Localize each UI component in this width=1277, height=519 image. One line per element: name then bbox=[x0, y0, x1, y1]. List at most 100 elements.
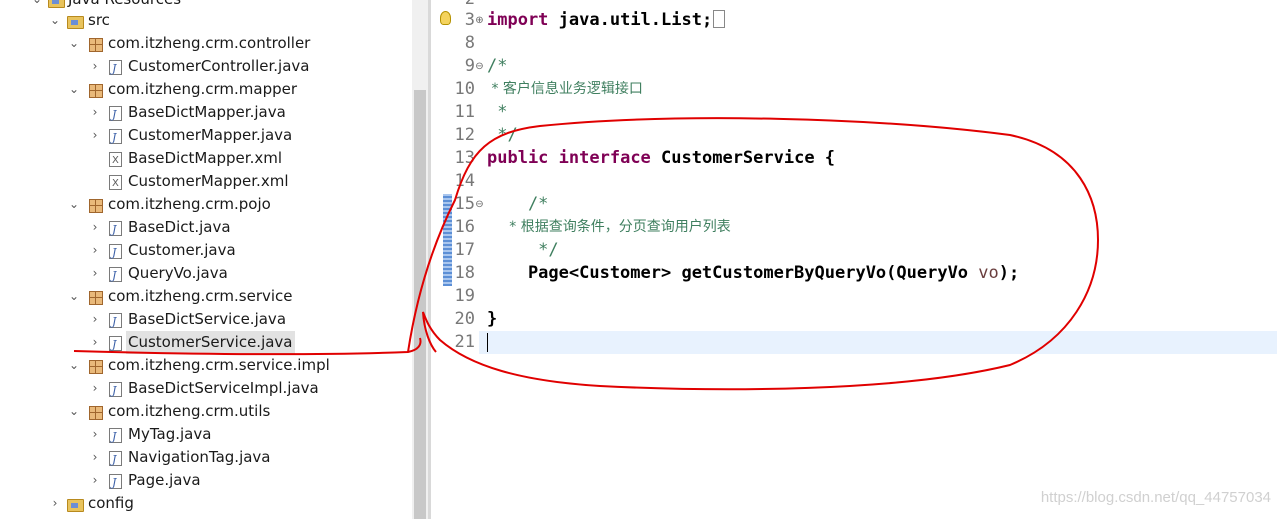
tree-item-label: CustomerMapper.xml bbox=[128, 172, 289, 190]
code-line-comment: * 客户信息业务逻辑接口 bbox=[487, 81, 643, 97]
line-number: 18 bbox=[454, 263, 475, 283]
tree-item-label: NavigationTag.java bbox=[128, 448, 271, 466]
line-number: 12 bbox=[454, 125, 475, 145]
tree-item-label: com.itzheng.crm.controller bbox=[108, 34, 311, 52]
chevron-right-icon[interactable]: › bbox=[88, 423, 102, 446]
tree-item-config[interactable]: › config bbox=[0, 492, 412, 515]
java-file-icon bbox=[109, 471, 122, 494]
line-number: 8 bbox=[464, 33, 475, 53]
tree-item-file[interactable]: › BaseDict.java bbox=[0, 216, 412, 241]
line-number: 14 bbox=[454, 171, 475, 191]
tree-item-label: BaseDictService.java bbox=[128, 310, 287, 328]
tree-item-label: com.itzheng.crm.service.impl bbox=[108, 356, 330, 374]
line-number: 21 bbox=[454, 332, 475, 352]
chevron-down-icon[interactable]: ⌄ bbox=[48, 9, 62, 32]
chevron-down-icon[interactable]: ⌄ bbox=[67, 193, 81, 216]
tree-item-file[interactable]: › CustomerController.java bbox=[0, 55, 412, 80]
chevron-right-icon[interactable]: › bbox=[88, 446, 102, 469]
line-number: 3 bbox=[464, 10, 475, 30]
java-interface-icon bbox=[109, 126, 122, 149]
tree-item-src[interactable]: ⌄ src bbox=[0, 9, 412, 32]
tree-item-label: BaseDict.java bbox=[128, 218, 231, 236]
package-icon bbox=[89, 406, 103, 420]
code-line-import: import java.util.List; bbox=[487, 9, 726, 32]
tree-item-package[interactable]: ⌄ com.itzheng.crm.utils bbox=[0, 400, 412, 423]
tree-item-label: CustomerMapper.java bbox=[128, 126, 293, 144]
tree-item-file-selected[interactable]: › CustomerService.java bbox=[0, 331, 412, 356]
tree-item-file[interactable]: › NavigationTag.java bbox=[0, 446, 412, 471]
fold-expand-icon[interactable]: ⊕ bbox=[475, 16, 484, 26]
chevron-right-icon[interactable]: › bbox=[88, 124, 102, 147]
tree-item-package[interactable]: ⌄ com.itzheng.crm.service.impl bbox=[0, 354, 412, 377]
chevron-right-icon[interactable]: › bbox=[48, 492, 62, 515]
line-number: 16 bbox=[454, 217, 475, 237]
code-line-comment: */ bbox=[487, 125, 518, 145]
code-editor[interactable]: 2 3 8 9 10 11 12 13 14 15 16 17 18 19 20… bbox=[431, 0, 1277, 519]
tree-item-file[interactable]: › CustomerMapper.java bbox=[0, 124, 412, 149]
chevron-right-icon[interactable]: › bbox=[88, 216, 102, 239]
tree-item-label: com.itzheng.crm.utils bbox=[108, 402, 271, 420]
java-interface-icon bbox=[109, 333, 122, 356]
java-file-icon bbox=[109, 448, 122, 471]
line-number: 11 bbox=[454, 102, 475, 122]
tree-item-file[interactable]: BaseDictMapper.xml bbox=[0, 147, 412, 172]
java-file-icon bbox=[109, 264, 122, 287]
tree-item-file[interactable]: › BaseDictMapper.java bbox=[0, 101, 412, 126]
tree-item-file[interactable]: › Page.java bbox=[0, 469, 412, 494]
line-number-gutter: 2 3 8 9 10 11 12 13 14 15 16 17 18 19 20… bbox=[431, 0, 484, 519]
java-interface-icon bbox=[109, 310, 122, 333]
tree-item-file[interactable]: › BaseDictService.java bbox=[0, 308, 412, 333]
tree-item-label: CustomerController.java bbox=[128, 57, 310, 75]
tree-item-label: QueryVo.java bbox=[128, 264, 228, 282]
chevron-right-icon[interactable]: › bbox=[88, 101, 102, 124]
chevron-right-icon[interactable]: › bbox=[88, 239, 102, 262]
tree-item-package[interactable]: ⌄ com.itzheng.crm.pojo bbox=[0, 193, 412, 216]
package-icon bbox=[89, 199, 103, 213]
tree-item-package[interactable]: ⌄ com.itzheng.crm.service bbox=[0, 285, 412, 308]
tree-item-label: com.itzheng.crm.service bbox=[108, 287, 293, 305]
tree-item-package[interactable]: ⌄ com.itzheng.crm.mapper bbox=[0, 78, 412, 101]
fold-collapse-icon[interactable]: ⊖ bbox=[475, 200, 484, 210]
chevron-right-icon[interactable]: › bbox=[88, 469, 102, 492]
code-line-comment: /* bbox=[487, 194, 549, 214]
tree-item-file[interactable]: › Customer.java bbox=[0, 239, 412, 264]
collapsed-imports-marker[interactable] bbox=[713, 10, 726, 28]
chevron-down-icon[interactable]: ⌄ bbox=[67, 78, 81, 101]
chevron-down-icon[interactable]: ⌄ bbox=[67, 400, 81, 423]
package-icon bbox=[89, 84, 103, 98]
chevron-right-icon[interactable]: › bbox=[88, 308, 102, 331]
tree-item-package[interactable]: ⌄ com.itzheng.crm.controller bbox=[0, 32, 412, 55]
chevron-down-icon[interactable]: ⌄ bbox=[67, 354, 81, 377]
code-line-comment: * bbox=[487, 102, 508, 122]
line-number: 10 bbox=[454, 79, 475, 99]
chevron-right-icon[interactable]: › bbox=[88, 377, 102, 400]
tree-item-file[interactable]: › BaseDictServiceImpl.java bbox=[0, 377, 412, 402]
line-number: 20 bbox=[454, 309, 475, 329]
current-line-highlight bbox=[479, 331, 1277, 354]
tree-item-label: com.itzheng.crm.pojo bbox=[108, 195, 271, 213]
source-folder-icon bbox=[67, 499, 84, 512]
chevron-down-icon[interactable]: ⌄ bbox=[67, 32, 81, 55]
tree-item-label: Customer.java bbox=[128, 241, 236, 259]
chevron-down-icon[interactable]: ⌄ bbox=[67, 285, 81, 308]
package-icon bbox=[89, 38, 103, 52]
line-number: 9 bbox=[464, 56, 475, 76]
tree-item-label: com.itzheng.crm.mapper bbox=[108, 80, 298, 98]
java-resources-icon bbox=[48, 0, 65, 8]
chevron-right-icon[interactable]: › bbox=[88, 262, 102, 285]
xml-file-icon bbox=[109, 149, 122, 172]
explorer-scrollbar[interactable] bbox=[412, 0, 428, 519]
tree-item-file[interactable]: › MyTag.java bbox=[0, 423, 412, 448]
java-interface-icon bbox=[109, 103, 122, 126]
tree-item-file[interactable]: CustomerMapper.xml bbox=[0, 170, 412, 195]
chevron-right-icon[interactable]: › bbox=[88, 55, 102, 78]
java-file-icon bbox=[109, 57, 122, 80]
chevron-right-icon[interactable]: › bbox=[88, 331, 102, 354]
tree-item-file[interactable]: › QueryVo.java bbox=[0, 262, 412, 287]
code-line-comment: /* bbox=[487, 56, 508, 76]
code-line-interface-decl: public interface CustomerService { bbox=[487, 148, 836, 168]
code-line-comment: * 根据查询条件，分页查询用户列表 bbox=[487, 219, 731, 235]
text-caret bbox=[487, 333, 488, 352]
fold-collapse-icon[interactable]: ⊖ bbox=[475, 62, 484, 72]
scrollbar-thumb[interactable] bbox=[414, 90, 426, 519]
